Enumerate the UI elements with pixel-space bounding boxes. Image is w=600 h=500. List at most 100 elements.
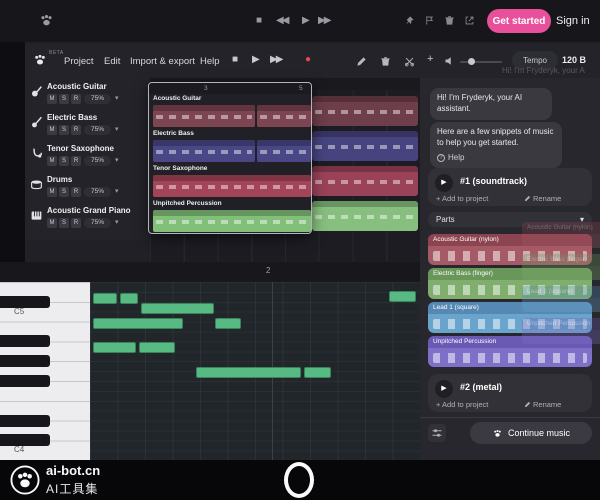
mini-clip[interactable] xyxy=(257,105,311,127)
sign-in-link[interactable]: Sign in xyxy=(556,15,590,27)
play-icon[interactable]: ▶ xyxy=(435,380,453,398)
volume-control[interactable]: 75% xyxy=(84,156,111,166)
scissors-icon[interactable] xyxy=(404,56,415,67)
mini-clip[interactable] xyxy=(153,140,255,162)
volume-control[interactable]: 75% xyxy=(84,125,111,135)
menu-help[interactable]: Help xyxy=(200,56,220,67)
tempo-badge[interactable]: Tempo xyxy=(512,51,558,69)
mini-track[interactable]: Unpitched Percussion xyxy=(149,199,311,234)
piano-key-black[interactable] xyxy=(0,415,50,427)
solo-button[interactable]: S xyxy=(59,187,69,197)
parts-dropdown[interactable]: Parts ▾ xyxy=(428,212,592,227)
volume-slider[interactable] xyxy=(460,61,502,63)
add-to-project-button[interactable]: + Add to project xyxy=(436,194,488,203)
chevron-down-icon[interactable]: ▾ xyxy=(115,94,119,104)
snippet-card-2[interactable]: ▶ #2 (metal) + Add to project Rename xyxy=(428,374,592,412)
record-arm-button[interactable]: R xyxy=(71,218,81,228)
pencil-icon[interactable] xyxy=(356,56,367,67)
app-logo-icon[interactable] xyxy=(32,52,48,68)
mute-button[interactable]: M xyxy=(47,187,57,197)
mini-track[interactable]: Acoustic Guitar xyxy=(149,94,311,129)
snippet-preview-window[interactable]: 3 5 Acoustic Guitar Electric Bass Tenor … xyxy=(148,82,312,234)
piano-roll-grid[interactable] xyxy=(90,282,420,460)
mute-button[interactable]: M xyxy=(47,94,57,104)
mini-clip[interactable] xyxy=(257,140,311,162)
part-card[interactable]: Electric Bass (finger) xyxy=(428,268,592,299)
stop-button[interactable]: ■ xyxy=(232,55,238,65)
fast-forward-button[interactable]: ▶▶ xyxy=(270,55,281,65)
snippet-title: #2 (metal) xyxy=(460,382,502,392)
play-icon[interactable]: ▶ xyxy=(435,174,453,192)
add-to-project-button[interactable]: + Add to project xyxy=(436,400,488,409)
piano-key-black[interactable] xyxy=(0,335,50,347)
get-started-button[interactable]: Get started xyxy=(487,9,551,33)
play-icon[interactable]: ▶ xyxy=(302,16,310,26)
track-row[interactable]: Acoustic Guitar M S R 75% ▾ xyxy=(25,80,150,110)
mini-track[interactable]: Electric Bass xyxy=(149,129,311,164)
chevron-down-icon[interactable]: ▾ xyxy=(115,156,119,166)
pencil-icon xyxy=(524,401,531,408)
app-screenshot: ■ ◀◀ ▶ ▶▶ Get started Sign in BETA Proje… xyxy=(0,0,600,500)
chevron-down-icon[interactable]: ▾ xyxy=(115,187,119,197)
volume-control[interactable]: 75% xyxy=(84,218,111,228)
rename-button[interactable]: Rename xyxy=(524,194,561,203)
solo-button[interactable]: S xyxy=(59,94,69,104)
solo-button[interactable]: S xyxy=(59,218,69,228)
record-arm-button[interactable]: R xyxy=(71,94,81,104)
menu-import-export[interactable]: Import & export xyxy=(130,56,195,67)
part-name: Electric Bass (finger) xyxy=(428,268,592,280)
chevron-down-icon[interactable]: ▾ xyxy=(115,218,119,228)
record-button[interactable]: ● xyxy=(305,55,311,65)
snippet-card-1[interactable]: ▶ #1 (soundtrack) + Add to project Renam… xyxy=(428,168,592,206)
piano-keys[interactable]: C5 C4 xyxy=(0,282,90,460)
part-card[interactable]: Lead 1 (square) xyxy=(428,302,592,333)
rewind-icon[interactable]: ◀◀ xyxy=(276,16,287,26)
solo-button[interactable]: S xyxy=(59,125,69,135)
mini-clip[interactable] xyxy=(153,105,255,127)
mute-button[interactable]: M xyxy=(47,156,57,166)
mini-clip[interactable] xyxy=(153,175,311,197)
continue-music-button[interactable]: Continue music xyxy=(470,422,592,444)
volume-control[interactable]: 75% xyxy=(84,187,111,197)
record-arm-button[interactable]: R xyxy=(71,125,81,135)
part-card[interactable]: Unpitched Percussion xyxy=(428,336,592,367)
help-link[interactable]: ? Help xyxy=(437,153,555,164)
speaker-icon[interactable] xyxy=(444,55,456,67)
mute-button[interactable]: M xyxy=(47,218,57,228)
rename-button[interactable]: Rename xyxy=(524,400,561,409)
menu-edit[interactable]: Edit xyxy=(104,56,120,67)
trash-icon[interactable] xyxy=(444,15,455,26)
flag-icon[interactable] xyxy=(424,15,435,26)
track-row[interactable]: Tenor Saxophone M S R 75% ▾ xyxy=(25,142,150,172)
volume-slider-knob[interactable] xyxy=(468,58,475,65)
part-card[interactable]: Acoustic Guitar (nylon) xyxy=(428,234,592,265)
mute-button[interactable]: M xyxy=(47,125,57,135)
mini-track[interactable]: Tenor Saxophone xyxy=(149,164,311,199)
piano-key-black[interactable] xyxy=(0,375,50,387)
snippet-title: #1 (soundtrack) xyxy=(460,176,527,186)
record-arm-button[interactable]: R xyxy=(71,187,81,197)
add-icon[interactable]: + xyxy=(427,54,433,64)
track-row[interactable]: Drums M S R 75% ▾ xyxy=(25,173,150,203)
mini-clip[interactable] xyxy=(153,210,311,232)
piano-roll-ruler[interactable]: 2 xyxy=(0,262,420,282)
chevron-down-icon: ▾ xyxy=(580,212,584,227)
track-row[interactable]: Electric Bass M S R 75% ▾ xyxy=(25,111,150,141)
track-row[interactable]: Acoustic Grand Piano M S R 75% ▾ xyxy=(25,204,150,234)
play-button[interactable]: ▶ xyxy=(252,55,260,65)
menu-project[interactable]: Project xyxy=(64,56,94,67)
fryderyk-logo-icon[interactable] xyxy=(38,12,55,29)
pin-icon[interactable] xyxy=(404,15,415,26)
share-icon[interactable] xyxy=(464,15,475,26)
fast-forward-icon[interactable]: ▶▶ xyxy=(318,16,329,26)
piano-key-black[interactable] xyxy=(0,355,50,367)
solo-button[interactable]: S xyxy=(59,156,69,166)
settings-sliders-icon[interactable] xyxy=(428,424,446,442)
record-arm-button[interactable]: R xyxy=(71,156,81,166)
piano-key-black[interactable] xyxy=(0,434,50,446)
volume-control[interactable]: 75% xyxy=(84,94,111,104)
chevron-down-icon[interactable]: ▾ xyxy=(115,125,119,135)
stop-icon[interactable]: ■ xyxy=(256,16,262,26)
piano-key-black[interactable] xyxy=(0,296,50,308)
trash-icon[interactable] xyxy=(380,56,391,67)
